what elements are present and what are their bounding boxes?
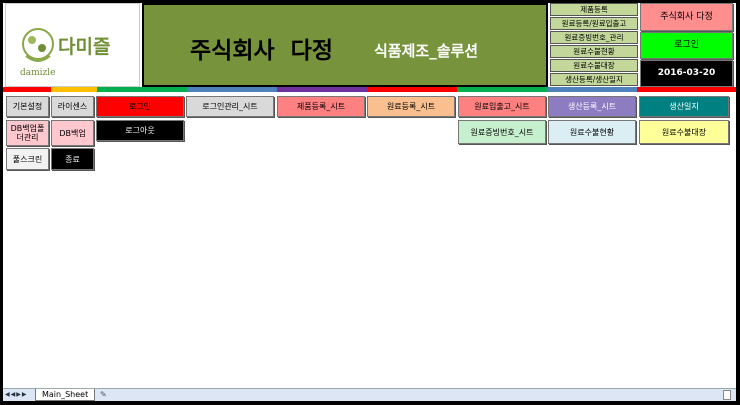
color-strip: [457, 87, 547, 92]
new-sheet-icon[interactable]: ✎: [100, 390, 107, 399]
menu-evidence-number[interactable]: 원료증빙번호_관리: [550, 31, 638, 44]
login-button[interactable]: 로그인: [96, 96, 184, 117]
scroll-handle[interactable]: [723, 390, 731, 400]
tab-scroll-arrows-icon[interactable]: ◀◀▶▶: [5, 391, 27, 398]
logo-text: 다미즐: [58, 36, 111, 58]
color-strip: [97, 87, 187, 92]
material-ledger-button[interactable]: 원료수불대장: [639, 120, 729, 144]
company-name-badge: 주식회사 다정: [640, 3, 733, 31]
material-status-button[interactable]: 원료수불현황: [548, 120, 636, 144]
logo-icon: [22, 28, 54, 62]
color-strip: [3, 87, 51, 92]
product-sheet-button[interactable]: 제품등록_시트: [277, 96, 365, 117]
db-backup-button[interactable]: DB백업: [51, 120, 94, 146]
login-status: 로그인: [640, 32, 733, 59]
solution-subtitle: 식품제조_솔루션: [374, 42, 479, 60]
color-strip: [547, 87, 637, 92]
sheet-tab-bar: ◀◀▶▶ Main_Sheet ✎: [3, 388, 736, 401]
color-strip: [187, 87, 277, 92]
color-strip: [367, 87, 457, 92]
fullscreen-button[interactable]: 풀스크린: [6, 148, 49, 170]
production-sheet-button[interactable]: 생산등록_시트: [548, 96, 636, 117]
logo-area: 다미즐 damizle: [5, 3, 140, 87]
exit-button[interactable]: 종료: [51, 148, 94, 170]
menu-production[interactable]: 생산등록/생산일지: [550, 73, 638, 86]
license-button[interactable]: 라이센스: [51, 96, 94, 117]
company-title: 주식회사 다정: [190, 38, 333, 64]
inout-sheet-button[interactable]: 원료입출고_시트: [458, 96, 546, 117]
basic-settings-button[interactable]: 기본설정: [6, 96, 49, 117]
evidence-sheet-button[interactable]: 원료증빙번호_시트: [458, 120, 546, 144]
tab-main-sheet[interactable]: Main_Sheet: [35, 389, 96, 401]
menu-material-ledger[interactable]: 원료수불대장: [550, 59, 638, 72]
login-sheet-button[interactable]: 로그인관리_시트: [186, 96, 274, 117]
material-sheet-button[interactable]: 원료등록_시트: [367, 96, 455, 117]
db-folder-button[interactable]: DB백업폴더관리: [6, 120, 49, 146]
logo-subtext: damizle: [20, 68, 56, 78]
spreadsheet-window: 다미즐 damizle 주식회사 다정 식품제조_솔루션 제품등록 원료등록/원…: [3, 3, 736, 401]
color-strip: [277, 87, 367, 92]
production-log-button[interactable]: 생산일지: [639, 96, 729, 117]
logout-button[interactable]: 로그아웃: [96, 120, 184, 141]
menu-product-register[interactable]: 제품등록: [550, 3, 638, 16]
date-display: 2016-03-20: [640, 60, 733, 87]
title-banner: 주식회사 다정 식품제조_솔루션: [142, 3, 548, 87]
color-strip: [637, 87, 736, 92]
menu-material-status[interactable]: 원료수불현황: [550, 45, 638, 58]
color-strip: [51, 87, 97, 92]
menu-material-register[interactable]: 원료등록/원료입출고: [550, 17, 638, 30]
